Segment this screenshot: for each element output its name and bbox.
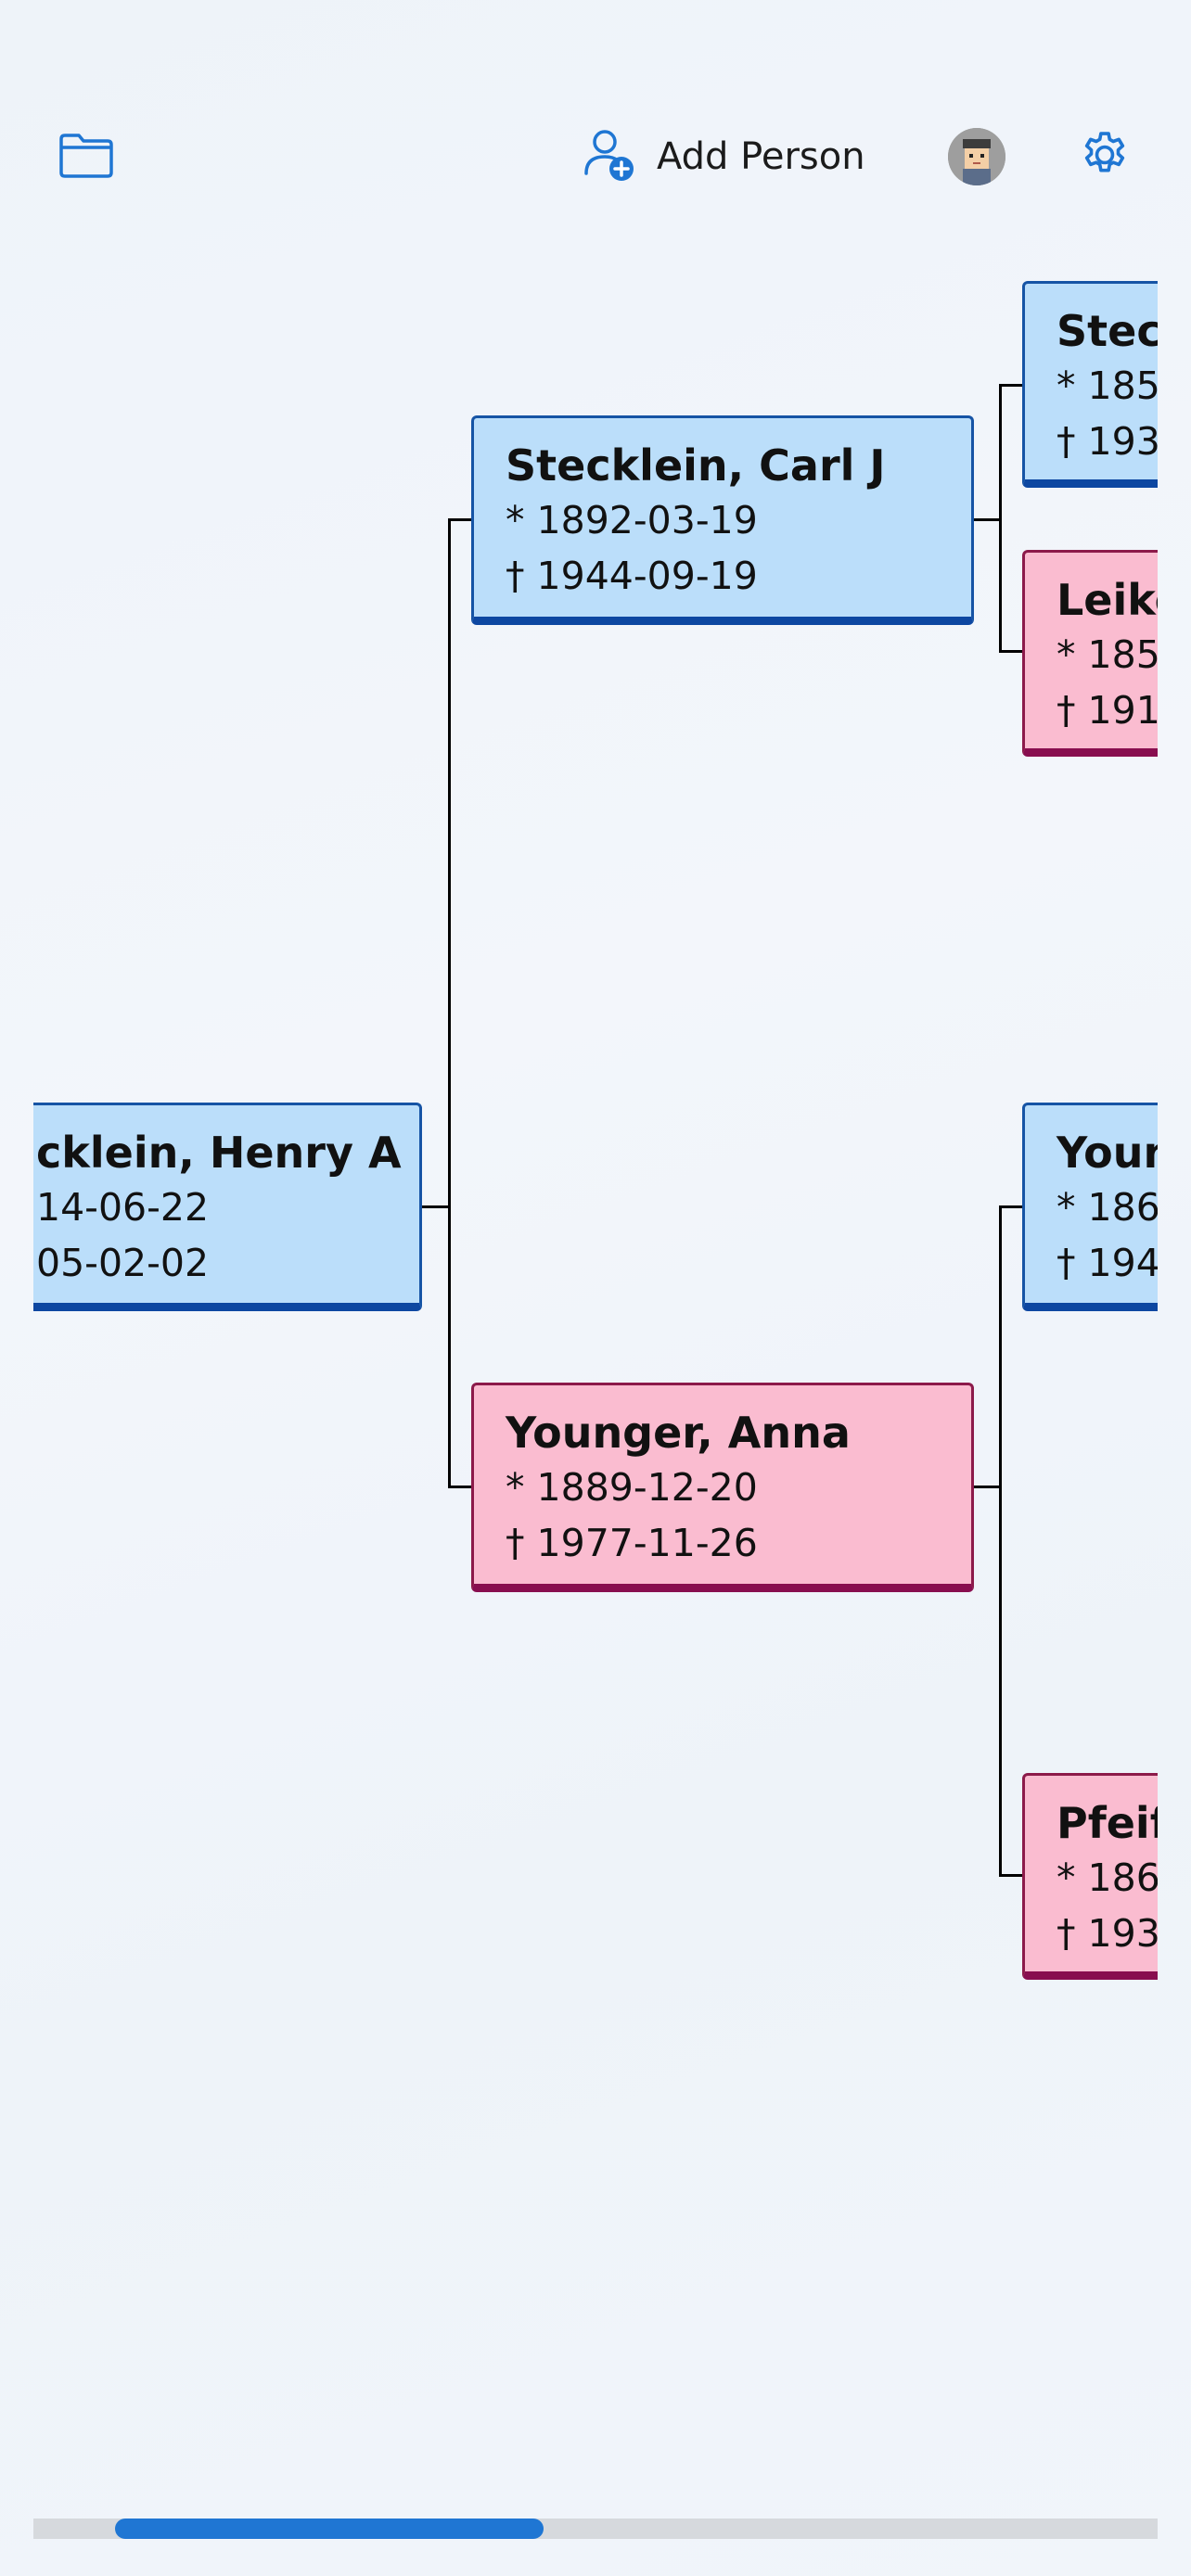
person-name: cklein, Henry A	[36, 1128, 402, 1178]
folder-icon	[58, 132, 114, 182]
person-card-paternal-grandfather[interactable]: Steck * 185 † 193	[1022, 281, 1158, 488]
avatar-icon	[948, 128, 1005, 185]
person-name: Leike	[1057, 575, 1158, 625]
person-birth-date: * 1889-12-20	[506, 1465, 758, 1510]
person-card-maternal-grandmother[interactable]: Pfeif * 186 † 193	[1022, 1773, 1158, 1980]
person-death-date: † 193	[1057, 419, 1158, 464]
person-card-mother[interactable]: Younger, Anna * 1889-12-20 † 1977-11-26	[471, 1383, 974, 1592]
person-death-date: † 191	[1057, 688, 1158, 733]
connector-line	[448, 518, 474, 521]
person-birth-date: * 185	[1057, 363, 1158, 408]
person-card-father[interactable]: Stecklein, Carl J * 1892-03-19 † 1944-09…	[471, 415, 974, 625]
person-name: Stecklein, Carl J	[506, 440, 886, 491]
connector-line	[999, 1205, 1025, 1208]
connector-line	[422, 1205, 450, 1208]
person-birth-date: * 1892-03-19	[506, 498, 758, 542]
person-death-date: † 193	[1057, 1911, 1158, 1956]
add-person-label: Add Person	[657, 135, 865, 178]
horizontal-scrollbar[interactable]	[33, 2519, 1158, 2539]
person-death-date: 05-02-02	[36, 1241, 210, 1285]
gear-icon	[1078, 128, 1132, 185]
add-person-button[interactable]: Add Person	[583, 124, 865, 189]
connector-line	[999, 1205, 1002, 1877]
person-card-root[interactable]: cklein, Henry A 14-06-22 05-02-02	[33, 1103, 422, 1311]
person-name: Pfeif	[1057, 1798, 1158, 1848]
connector-line	[999, 650, 1025, 653]
connector-line	[999, 1874, 1025, 1877]
avatar[interactable]	[948, 128, 1005, 185]
connector-line	[973, 518, 1001, 521]
pedigree-tree[interactable]: cklein, Henry A 14-06-22 05-02-02 Steckl…	[33, 241, 1158, 2021]
person-add-icon	[583, 127, 636, 186]
open-file-button[interactable]	[54, 124, 119, 189]
connector-line	[973, 1486, 1001, 1488]
scrollbar-thumb[interactable]	[115, 2519, 544, 2539]
person-birth-date: 14-06-22	[36, 1185, 210, 1230]
person-death-date: † 1944-09-19	[506, 554, 758, 598]
person-death-date: † 1977-11-26	[506, 1521, 758, 1565]
connector-line	[448, 518, 451, 1488]
connector-line	[448, 1486, 474, 1488]
person-birth-date: * 186	[1057, 1855, 1158, 1900]
person-name: Steck	[1057, 306, 1158, 356]
person-card-maternal-grandfather[interactable]: Youn * 186 † 194	[1022, 1103, 1158, 1311]
connector-line	[999, 384, 1025, 387]
person-birth-date: * 185	[1057, 632, 1158, 677]
person-death-date: † 194	[1057, 1241, 1158, 1285]
person-name: Youn	[1057, 1128, 1158, 1178]
person-name: Younger, Anna	[506, 1408, 851, 1458]
connector-line	[999, 384, 1002, 653]
person-birth-date: * 186	[1057, 1185, 1158, 1230]
settings-button[interactable]	[1072, 124, 1137, 189]
person-card-paternal-grandmother[interactable]: Leike * 185 † 191	[1022, 550, 1158, 757]
